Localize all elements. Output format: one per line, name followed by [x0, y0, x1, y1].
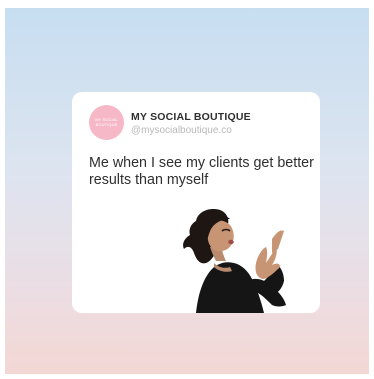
post-text: Me when I see my clients get better resu… — [89, 155, 314, 188]
avatar-logo-text: MY SOCIAL BOUTIQUE — [95, 116, 118, 127]
social-post-graphic: MY SOCIAL BOUTIQUE MY SOCIAL BOUTIQUE @m… — [5, 8, 369, 374]
brand-avatar: MY SOCIAL BOUTIQUE — [89, 105, 124, 140]
brand-handle: @mysocialboutique.co — [131, 125, 232, 136]
brand-name: MY SOCIAL BOUTIQUE — [131, 111, 251, 123]
tweet-card: MY SOCIAL BOUTIQUE MY SOCIAL BOUTIQUE @m… — [72, 92, 320, 313]
blowing-kiss-woman-sticker-icon — [183, 209, 286, 313]
